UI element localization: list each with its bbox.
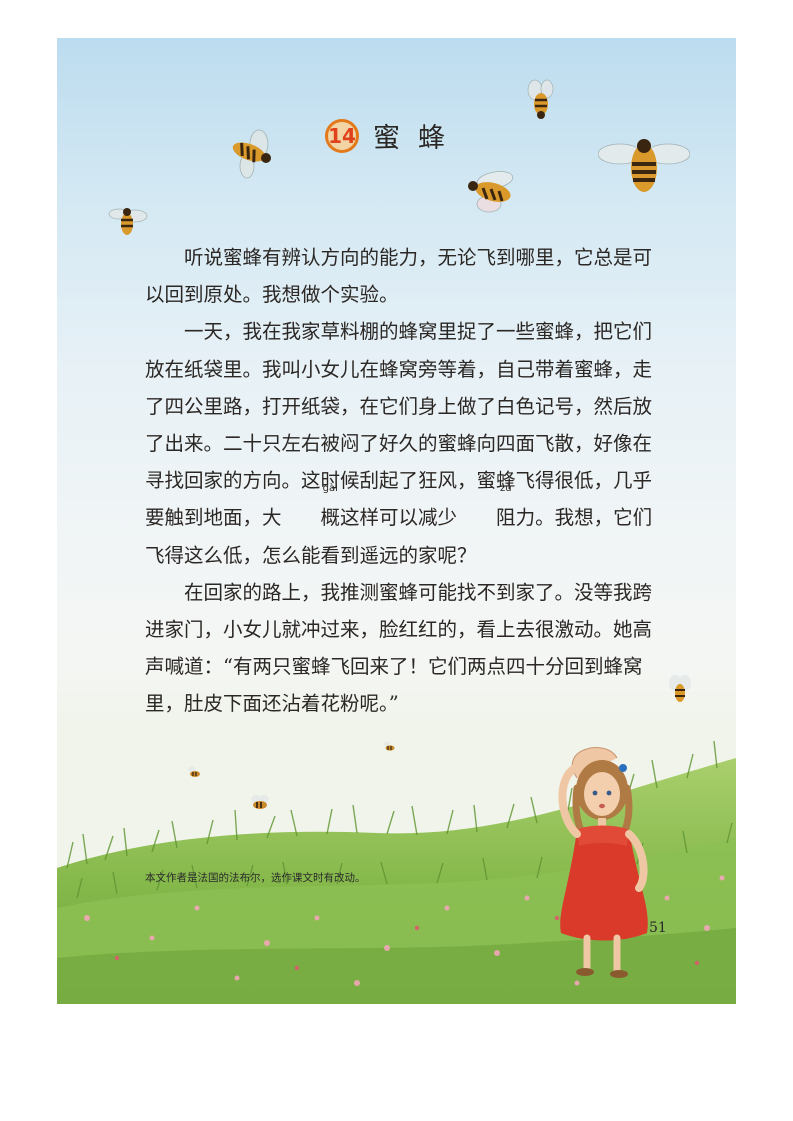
bee-icon: [251, 795, 269, 809]
textbook-page: 14 蜜蜂 听说蜜蜂有辨认方向的能力，无论飞到哪里，它总是可以回到原处。我想做个…: [57, 38, 736, 1004]
bee-icon: [468, 171, 514, 213]
bee-icon: [232, 129, 271, 179]
ruby-gai: gài 概: [282, 484, 341, 536]
footnote: 本文作者是法国的法布尔，选作课文时有改动。: [145, 872, 366, 884]
lesson-title: 蜜蜂: [373, 123, 463, 154]
ruby-char-gai: 概: [320, 506, 341, 530]
paragraph-2: 一天，我在我家草料棚的蜂窝里捉了一些蜜蜂，把它们放在纸袋里。我叫小女儿在蜂窝旁等…: [145, 313, 670, 573]
pinyin-gai: gài: [322, 483, 338, 495]
page-number: 51: [649, 920, 667, 936]
bee-icon: [188, 766, 200, 777]
bee-icon: [527, 79, 554, 119]
lesson-body: 听说蜜蜂有辨认方向的能力，无论飞到哪里，它总是可以回到原处。我想做个实验。 一天…: [145, 239, 670, 723]
pinyin-zu: zǔ: [500, 483, 512, 495]
bee-icon: [669, 675, 691, 702]
ruby-zu: zǔ 阻: [457, 484, 516, 536]
paragraph-3: 在回家的路上，我推测蜜蜂可能找不到家了。没等我跨进家门，小女儿就冲过来，脸红红的…: [145, 580, 653, 716]
ruby-char-zu: 阻: [496, 506, 516, 530]
paragraph-1: 听说蜜蜂有辨认方向的能力，无论飞到哪里，它总是可以回到原处。我想做个实验。: [145, 246, 653, 307]
lesson-header: 14 蜜蜂: [325, 116, 463, 155]
lesson-number-badge: 14: [325, 118, 359, 153]
paragraph-2-part-a: 一天，我在我家草料棚的蜂窝里捉了一些蜜蜂，把它们放在纸袋里。我叫小女儿在蜂窝旁等…: [145, 320, 653, 530]
girl-illustration: [558, 747, 648, 978]
bee-icon: [108, 208, 148, 235]
bee-icon: [384, 741, 395, 751]
paragraph-2-part-b: 这样可以减少: [340, 506, 458, 530]
bee-icon: [598, 139, 690, 192]
